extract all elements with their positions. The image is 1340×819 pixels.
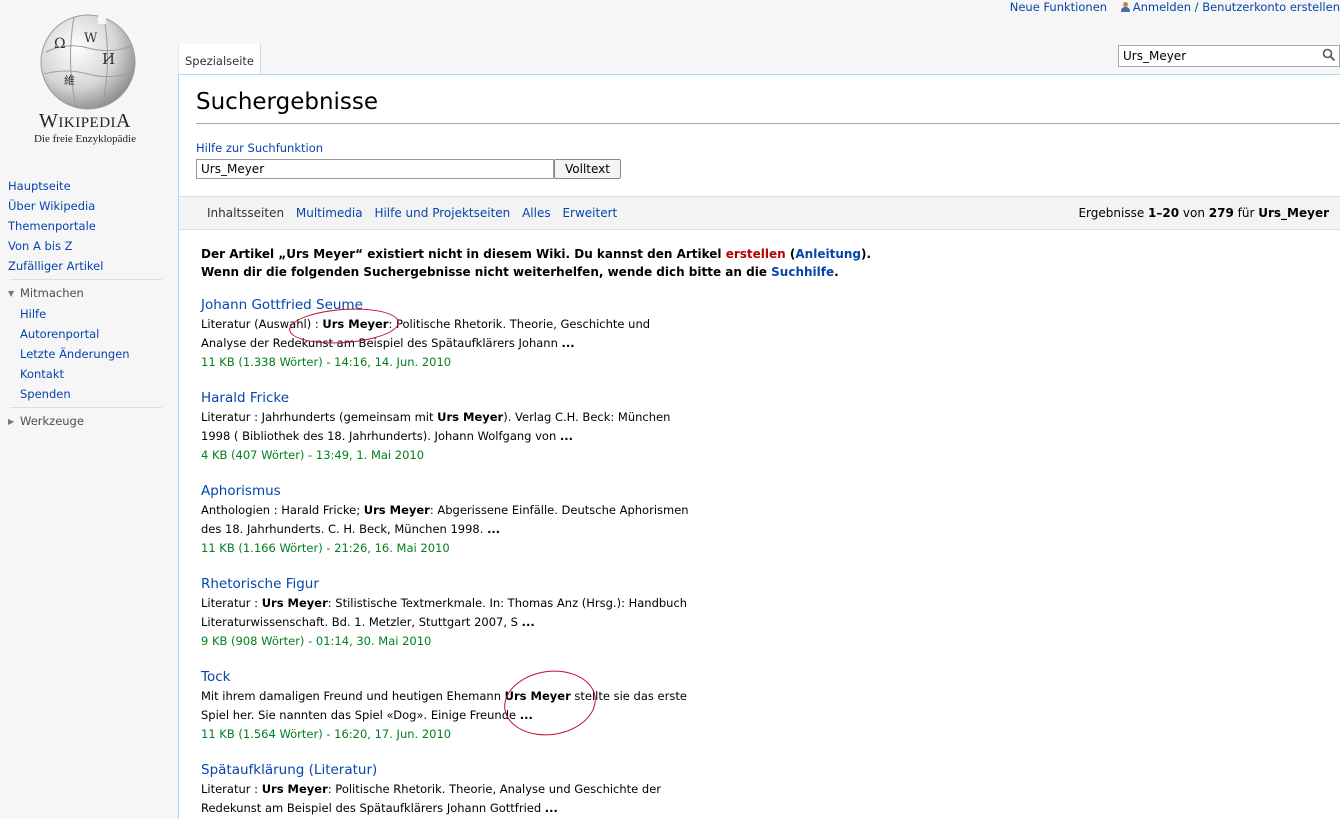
search-input[interactable] bbox=[1119, 46, 1317, 66]
content-area: Suchergebnisse Hilfe zur Suchfunktion Vo… bbox=[178, 74, 1340, 819]
puzzle-globe-icon: Ω W И 維 bbox=[40, 14, 136, 110]
search-filter-bar: Inhaltsseiten Multimedia Hilfe und Proje… bbox=[179, 196, 1340, 230]
result-snippet: Literatur : Urs Meyer: Politische Rhetor… bbox=[201, 782, 662, 796]
globe-glyph: Ω bbox=[54, 36, 66, 52]
sidebar-item-help[interactable]: Hilfe bbox=[8, 304, 166, 324]
search-notice: Der Artikel „Urs Meyer“ existiert nicht … bbox=[201, 247, 872, 279]
page-title: Suchergebnisse bbox=[196, 89, 379, 115]
result-title[interactable]: Tock bbox=[201, 669, 687, 685]
result-title[interactable]: Spätaufklärung (Literatur) bbox=[201, 762, 661, 778]
search-help-desk-link[interactable]: Suchhilfe bbox=[771, 265, 834, 279]
query-input[interactable] bbox=[196, 159, 554, 179]
search-result: Tock Mit ihrem damaligen Freund und heut… bbox=[201, 669, 687, 744]
filter-multimedia[interactable]: Multimedia bbox=[296, 206, 363, 220]
sidebar-item-main-page[interactable]: Hauptseite bbox=[8, 176, 166, 196]
search-help-link[interactable]: Hilfe zur Suchfunktion bbox=[196, 141, 323, 155]
sidebar-item-contact[interactable]: Kontakt bbox=[8, 364, 166, 384]
filter-all[interactable]: Alles bbox=[522, 206, 551, 220]
personal-tools: Neue Funktionen Anmelden / Benutzerkonto… bbox=[1010, 0, 1340, 18]
guide-link[interactable]: Anleitung bbox=[795, 247, 861, 261]
login-link[interactable]: Anmelden / Benutzerkonto erstellen bbox=[1133, 0, 1340, 14]
sidebar-item-recent-changes[interactable]: Letzte Änderungen bbox=[8, 344, 166, 364]
result-snippet: Spiel her. Sie nannten das Spiel «Dog». … bbox=[201, 708, 533, 722]
result-snippet: Literaturwissenschaft. Bd. 1. Metzler, S… bbox=[201, 615, 535, 629]
result-snippet: Mit ihrem damaligen Freund und heutigen … bbox=[201, 689, 687, 703]
result-snippet: Redekunst am Beispiel des Spätaufklärers… bbox=[201, 801, 558, 815]
result-title[interactable]: Johann Gottfried Seume bbox=[201, 297, 650, 313]
result-title[interactable]: Harald Fricke bbox=[201, 390, 670, 406]
result-count: Ergebnisse 1–20 von 279 für Urs_Meyer bbox=[1078, 206, 1329, 220]
sidebar-item-a-to-z[interactable]: Von A bis Z bbox=[8, 236, 166, 256]
result-meta: 11 KB (1.166 Wörter) - 21:26, 16. Mai 20… bbox=[201, 541, 450, 555]
globe-glyph: 維 bbox=[64, 74, 75, 87]
sidebar-divider bbox=[10, 407, 162, 408]
create-article-link[interactable]: erstellen bbox=[726, 247, 786, 261]
sidebar-item-author-portal[interactable]: Autorenportal bbox=[8, 324, 166, 344]
tab-special-page[interactable]: Spezialseite bbox=[178, 44, 261, 74]
filter-content-pages[interactable]: Inhaltsseiten bbox=[207, 206, 284, 220]
sidebar-item-random[interactable]: Zufälliger Artikel bbox=[8, 256, 166, 276]
page-tabs: Spezialseite bbox=[178, 42, 1340, 74]
sidebar-divider bbox=[10, 279, 162, 280]
chevron-right-icon: ▶ bbox=[8, 417, 15, 426]
search-result: Rhetorische Figur Literatur : Urs Meyer:… bbox=[201, 576, 687, 651]
search-result: Johann Gottfried Seume Literatur (Auswah… bbox=[201, 297, 650, 372]
result-title[interactable]: Rhetorische Figur bbox=[201, 576, 687, 592]
search-result: Harald Fricke Literatur : Jahrhunderts (… bbox=[201, 390, 670, 465]
chevron-down-icon: ▼ bbox=[8, 289, 15, 298]
result-meta: 9 KB (908 Wörter) - 01:14, 30. Mai 2010 bbox=[201, 634, 432, 648]
search-result: Aphorismus Anthologien : Harald Fricke; … bbox=[201, 483, 689, 558]
sidebar-section-participate[interactable]: ▼ Mitmachen bbox=[8, 283, 166, 304]
search-result: Spätaufklärung (Literatur) Literatur : U… bbox=[201, 762, 661, 818]
globe-glyph: И bbox=[102, 50, 115, 68]
result-snippet: Analyse der Redekunst am Beispiel des Sp… bbox=[201, 336, 575, 350]
result-title[interactable]: Aphorismus bbox=[201, 483, 689, 499]
globe-glyph: W bbox=[84, 31, 98, 46]
sidebar-item-portals[interactable]: Themenportale bbox=[8, 216, 166, 236]
sidebar-section-tools[interactable]: ▶ Werkzeuge bbox=[8, 411, 166, 432]
wikipedia-wordmark: WIKIPEDIA bbox=[39, 110, 131, 132]
result-meta: 4 KB (407 Wörter) - 13:49, 1. Mai 2010 bbox=[201, 448, 425, 462]
search-icon[interactable] bbox=[1322, 48, 1336, 62]
sidebar: Hauptseite Über Wikipedia Themenportale … bbox=[8, 176, 166, 432]
new-features-link[interactable]: Neue Funktionen bbox=[1010, 0, 1107, 14]
result-snippet: 1998 ( Bibliothek des 18. Jahrhunderts).… bbox=[201, 429, 574, 443]
result-snippet: Literatur : Urs Meyer: Stilistische Text… bbox=[201, 596, 688, 610]
tagline: Die freie Enzyklopädie bbox=[33, 133, 136, 145]
sidebar-item-about[interactable]: Über Wikipedia bbox=[8, 196, 166, 216]
filter-help-project[interactable]: Hilfe und Projektseiten bbox=[374, 206, 510, 220]
result-snippet: Literatur : Jahrhunderts (gemeinsam mit … bbox=[201, 410, 671, 424]
result-snippet: Literatur (Auswahl) : Urs Meyer: Politis… bbox=[201, 317, 651, 331]
result-meta: 11 KB (1.338 Wörter) - 14:16, 14. Jun. 2… bbox=[201, 355, 452, 369]
sidebar-item-donate[interactable]: Spenden bbox=[8, 384, 166, 404]
result-meta: 11 KB (1.564 Wörter) - 16:20, 17. Jun. 2… bbox=[201, 727, 452, 741]
filter-advanced[interactable]: Erweitert bbox=[562, 206, 617, 220]
result-snippet: des 18. Jahrhunderts. C. H. Beck, Münche… bbox=[201, 522, 501, 536]
search-box[interactable] bbox=[1118, 45, 1340, 67]
title-divider bbox=[196, 123, 1340, 124]
wikipedia-logo[interactable]: Ω W И 維 WIKIPEDIA Die freie Enzyklopädie bbox=[0, 0, 170, 160]
user-icon bbox=[1120, 2, 1130, 12]
fulltext-button[interactable]: Volltext bbox=[554, 159, 621, 179]
result-snippet: Anthologien : Harald Fricke; Urs Meyer: … bbox=[201, 503, 689, 517]
